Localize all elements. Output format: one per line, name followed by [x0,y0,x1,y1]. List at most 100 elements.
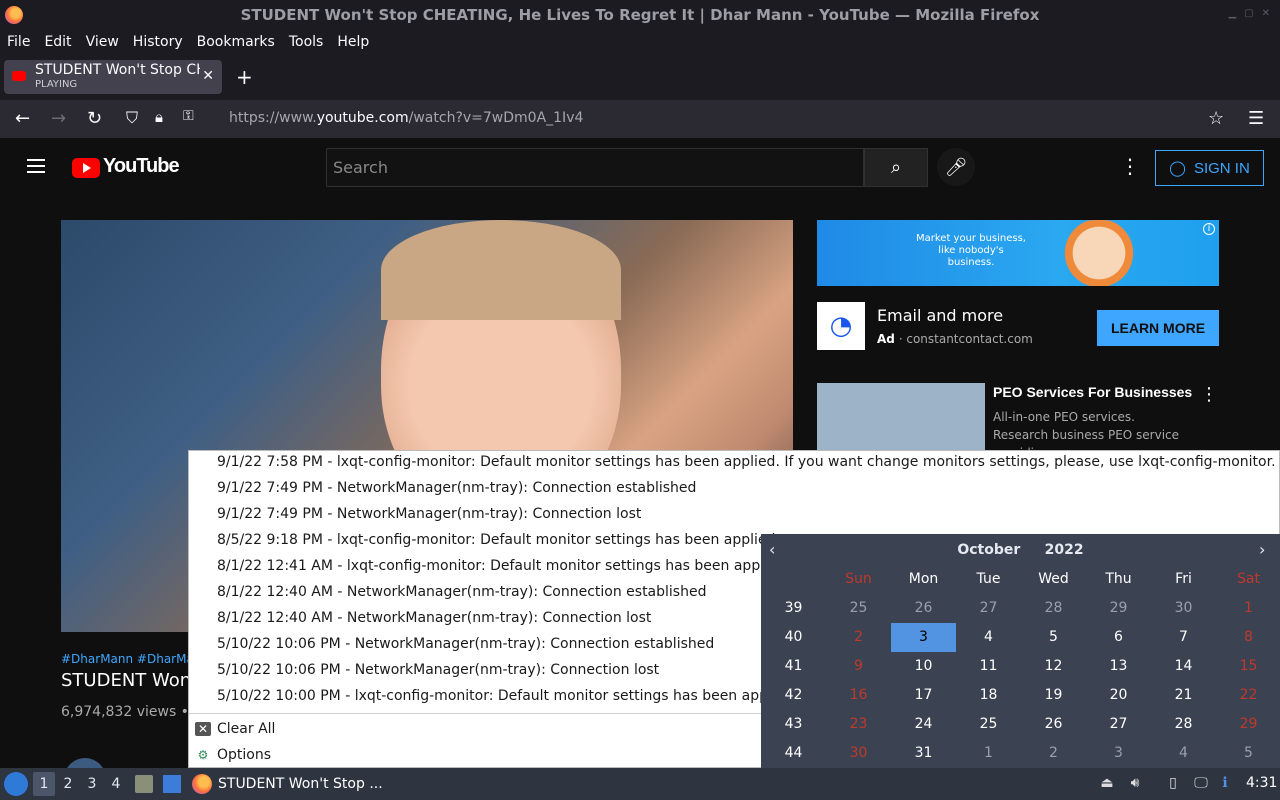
calendar-day[interactable]: 21 [1151,681,1216,710]
tray-eject-icon[interactable]: ⏏ [1098,775,1116,793]
youtube-logo-text[interactable]: YouTube [103,155,180,178]
calendar-day[interactable]: 2 [1021,739,1086,768]
ad-banner[interactable]: Market your business, like nobody's busi… [817,220,1219,286]
video-hashtags[interactable]: #DharMann #DharMann [61,652,209,666]
calendar-day[interactable]: 28 [1021,594,1086,623]
sign-in-button[interactable]: ◯ SIGN IN [1155,150,1264,186]
calendar-day[interactable]: 30 [826,739,891,768]
menu-help[interactable]: Help [337,34,369,50]
peo-ad-title[interactable]: PEO Services For Businesses [993,384,1192,400]
back-icon[interactable]: ← [15,108,30,129]
calendar-day[interactable]: 19 [1021,681,1086,710]
advertiser-logo-icon[interactable]: ◔ [817,302,865,350]
calendar-day[interactable]: 24 [891,710,956,739]
calendar-year[interactable]: 2022 [1045,542,1084,558]
permissions-icon[interactable]: ⚿ [183,108,194,124]
calendar-day[interactable]: 27 [956,594,1021,623]
calendar-day[interactable]: 17 [891,681,956,710]
notification-item[interactable]: 5/10/22 10:00 PM - lxqt-config-monitor: … [217,688,784,704]
menu-tools[interactable]: Tools [289,34,324,50]
calendar-day[interactable]: 25 [956,710,1021,739]
notification-item[interactable]: 9/1/22 7:49 PM - NetworkManager(nm-tray)… [217,480,696,496]
notification-item[interactable]: 8/5/22 9:18 PM - lxqt-config-monitor: De… [217,532,780,548]
hamburger-menu-icon[interactable] [27,159,45,173]
calendar-month[interactable]: October [957,542,1020,558]
calendar-day[interactable]: 9 [826,652,891,681]
notification-item[interactable]: 9/1/22 7:49 PM - NetworkManager(nm-tray)… [217,506,641,522]
settings-kebab-icon[interactable]: ⋮ [1120,154,1140,178]
calendar-day[interactable]: 15 [1216,652,1280,681]
workspace-4[interactable]: 4 [105,772,127,796]
menu-bookmarks[interactable]: Bookmarks [197,34,275,50]
workspace-1[interactable]: 1 [33,772,55,796]
window-controls[interactable]: ▁ ▢ ✕ [1228,8,1270,19]
file-manager-icon[interactable] [135,775,153,793]
notification-item[interactable]: 8/1/22 12:40 AM - NetworkManager(nm-tray… [217,584,706,600]
notification-item[interactable]: 8/1/22 12:40 AM - NetworkManager(nm-tray… [217,610,651,626]
voice-search-button[interactable]: 🎤︎ [937,148,975,186]
calendar-day[interactable]: 26 [891,594,956,623]
calendar-day[interactable]: 3 [891,623,956,652]
new-tab-button[interactable]: + [236,65,253,89]
tab-youtube[interactable]: STUDENT Won't Stop CHEATING PLAYING ✕ [4,60,222,94]
tab-close-icon[interactable]: ✕ [202,68,214,84]
start-menu-icon[interactable] [4,772,28,796]
shield-icon[interactable]: ⛉ [126,108,138,128]
learn-more-button[interactable]: LEARN MORE [1097,310,1219,346]
notification-icon[interactable]: ℹ [1216,775,1234,793]
options-button[interactable]: ⚙ Options [195,747,271,763]
notification-item[interactable]: 9/1/22 7:58 PM - lxqt-config-monitor: De… [217,454,1276,470]
network-icon[interactable]: 🖵 [1192,775,1210,793]
calendar-day[interactable]: 5 [1216,739,1280,768]
calendar-day[interactable]: 5 [1021,623,1086,652]
calendar-day[interactable]: 23 [826,710,891,739]
youtube-logo-icon[interactable] [72,158,100,178]
search-button[interactable]: ⌕ [864,148,928,187]
calendar-day[interactable]: 26 [1021,710,1086,739]
app-menu-icon[interactable]: ☰ [1248,108,1264,129]
calendar-day[interactable]: 3 [1086,739,1151,768]
clear-all-button[interactable]: ✕ Clear All [195,721,275,737]
calendar-day[interactable]: 8 [1216,623,1280,652]
peo-thumbnail[interactable] [817,383,985,453]
calendar-day[interactable]: 4 [956,623,1021,652]
peo-more-icon[interactable]: ⋮ [1200,384,1218,405]
calendar-day[interactable]: 10 [891,652,956,681]
calendar-day[interactable]: 12 [1021,652,1086,681]
calendar-day[interactable]: 29 [1086,594,1151,623]
menu-view[interactable]: View [86,34,119,50]
menu-file[interactable]: File [7,34,30,50]
calendar-day[interactable]: 27 [1086,710,1151,739]
calendar-day[interactable]: 29 [1216,710,1280,739]
notification-item[interactable]: 5/10/22 10:06 PM - NetworkManager(nm-tra… [217,636,714,652]
calendar-day[interactable]: 6 [1086,623,1151,652]
calendar-day[interactable]: 7 [1151,623,1216,652]
calendar-day[interactable]: 2 [826,623,891,652]
bookmark-star-icon[interactable]: ☆ [1208,108,1224,129]
calendar-day[interactable]: 30 [1151,594,1216,623]
calendar-day[interactable]: 16 [826,681,891,710]
forward-icon[interactable]: → [51,108,66,129]
ad-info-icon[interactable]: i [1203,223,1215,235]
calendar-day[interactable]: 31 [891,739,956,768]
workspace-3[interactable]: 3 [81,772,103,796]
volume-icon[interactable]: 🔊︎ [1126,775,1144,793]
calendar-day[interactable]: 25 [826,594,891,623]
notification-item[interactable]: 8/1/22 12:41 AM - lxqt-config-monitor: D… [217,558,785,574]
ad-title[interactable]: Email and more [877,306,1003,325]
calendar-day[interactable]: 1 [956,739,1021,768]
menu-history[interactable]: History [133,34,183,50]
calendar-day[interactable]: 28 [1151,710,1216,739]
clipboard-icon[interactable]: ▯ [1164,775,1182,793]
url-bar[interactable]: https://www.youtube.com/watch?v=7wDm0A_1… [229,110,583,126]
workspace-2[interactable]: 2 [57,772,79,796]
next-month-icon[interactable]: › [1259,540,1265,559]
calendar-day[interactable]: 18 [956,681,1021,710]
calendar-day[interactable]: 14 [1151,652,1216,681]
menu-edit[interactable]: Edit [44,34,71,50]
calendar-day[interactable]: 1 [1216,594,1280,623]
show-desktop-icon[interactable] [163,775,181,793]
reload-icon[interactable]: ↻ [87,108,102,129]
search-input[interactable] [327,149,863,186]
calendar-day[interactable]: 4 [1151,739,1216,768]
